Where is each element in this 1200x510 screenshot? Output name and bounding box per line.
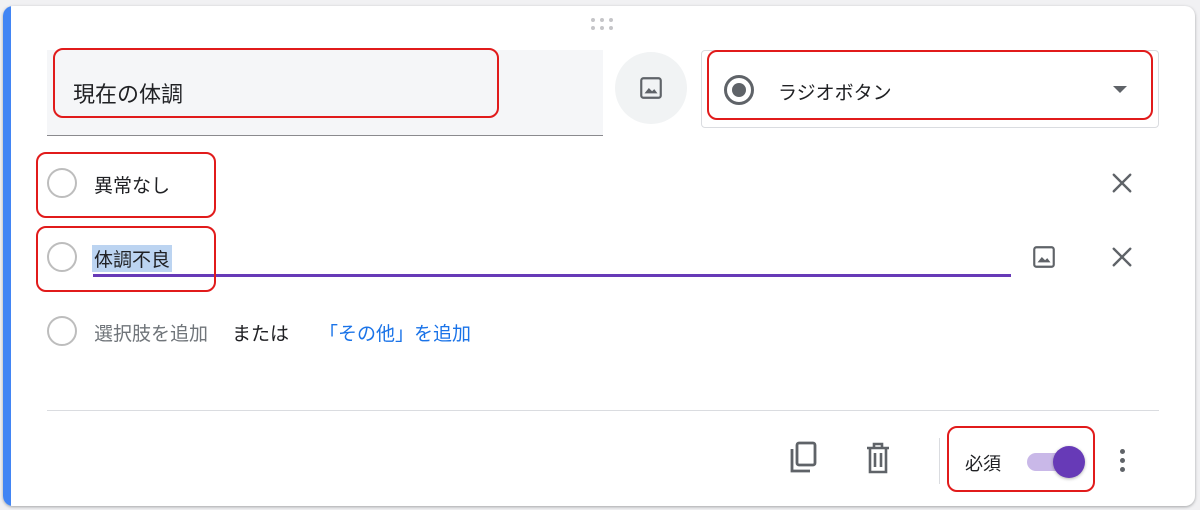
image-icon <box>640 77 662 99</box>
image-icon <box>1033 246 1055 268</box>
close-icon <box>1112 247 1132 267</box>
delete-button[interactable] <box>858 438 898 478</box>
add-other-link[interactable]: 「その他」を追加 <box>319 319 471 346</box>
active-input-underline <box>93 274 1011 277</box>
add-option-row: 選択肢を追加 または 「その他」を追加 <box>47 310 1147 354</box>
add-option-link[interactable]: 選択肢を追加 <box>94 319 208 346</box>
drag-handle-icon[interactable] <box>591 18 617 34</box>
question-type-select[interactable]: ラジオボタン <box>701 50 1159 128</box>
question-title[interactable]: 現在の体調 <box>73 77 183 109</box>
remove-option-button[interactable] <box>1105 240 1139 274</box>
radio-button-icon <box>724 75 754 105</box>
active-accent-bar <box>3 6 11 506</box>
question-card: 現在の体調 ラジオボタン 異常なし 体調不良 選択肢を追加 または 「その他」を… <box>3 6 1195 506</box>
close-icon <box>1112 173 1132 193</box>
option-label-input[interactable]: 体調不良 <box>92 245 173 272</box>
more-vert-icon[interactable] <box>1107 438 1137 482</box>
option-label[interactable]: 異常なし <box>94 171 170 198</box>
option-row: 体調不良 <box>47 236 1147 280</box>
chevron-down-icon <box>1113 86 1127 93</box>
footer-separator <box>939 438 940 484</box>
option-row: 異常なし <box>47 162 1147 206</box>
option-radio-icon <box>47 242 77 272</box>
option-radio-icon <box>47 168 77 198</box>
required-label: 必須 <box>965 454 1001 475</box>
add-option-or-text: または <box>232 323 290 345</box>
duplicate-button[interactable] <box>783 438 823 478</box>
option-radio-icon <box>47 316 77 346</box>
trash-icon <box>867 442 889 474</box>
add-image-button[interactable] <box>615 52 687 124</box>
option-add-image-button[interactable] <box>1027 240 1061 274</box>
toggle-knob <box>1053 446 1085 478</box>
copy-icon <box>790 441 817 473</box>
footer-divider <box>47 410 1159 411</box>
remove-option-button[interactable] <box>1105 166 1139 200</box>
question-type-label: ラジオボタン <box>778 82 892 104</box>
question-title-field[interactable]: 現在の体調 <box>47 50 603 136</box>
required-toggle[interactable] <box>1027 446 1087 478</box>
